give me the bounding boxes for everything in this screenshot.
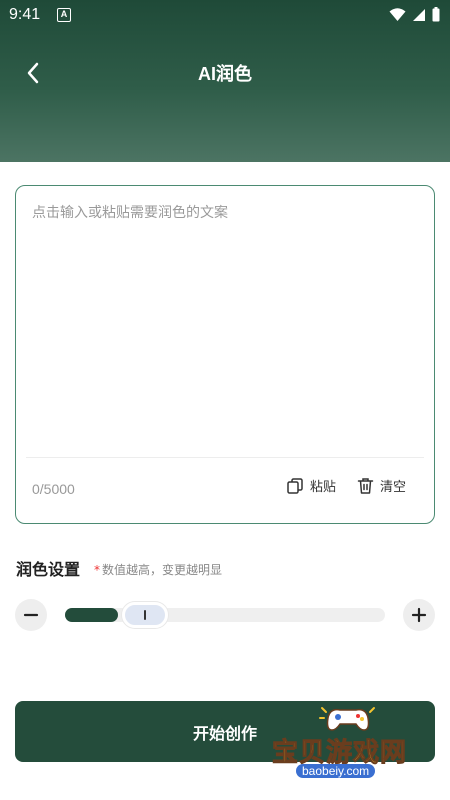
status-time: 9:41	[9, 6, 41, 23]
notification-icon: A	[57, 8, 71, 22]
editor-divider	[26, 457, 424, 458]
settings-hint-text: 数值越高，变更越明显	[102, 563, 223, 577]
battery-icon	[432, 7, 440, 22]
paste-icon	[287, 477, 303, 494]
minus-icon	[23, 613, 39, 617]
status-bar: 9:41 A	[0, 0, 450, 32]
decrease-button[interactable]	[15, 599, 47, 631]
settings-label: 润色设置	[16, 560, 81, 579]
paste-label: 粘贴	[310, 480, 337, 495]
page-title: AI润色	[198, 64, 252, 84]
title-bar: AI润色	[0, 50, 450, 94]
text-input[interactable]	[32, 202, 420, 452]
char-count: 0/5000	[32, 481, 75, 497]
slider-thumb[interactable]	[122, 602, 168, 628]
required-star: *	[94, 563, 100, 577]
slider-fill	[65, 608, 118, 622]
increase-button[interactable]	[403, 599, 435, 631]
settings-hint: * 数值越高，变更越明显	[94, 561, 222, 578]
clear-label: 清空	[380, 480, 407, 495]
intensity-slider[interactable]	[65, 602, 385, 628]
clear-button[interactable]: 清空	[357, 476, 406, 495]
status-indicators	[389, 7, 440, 22]
trash-icon	[357, 477, 374, 494]
plus-icon	[411, 607, 427, 623]
paste-button[interactable]: 粘贴	[286, 476, 336, 495]
text-editor: 0/5000 粘贴 清空	[15, 185, 435, 524]
start-create-button[interactable]: 开始创作	[15, 701, 435, 762]
wifi-icon	[389, 7, 406, 21]
start-create-label: 开始创作	[192, 723, 257, 743]
cellular-icon	[413, 8, 425, 21]
slider-grip-icon	[144, 610, 146, 620]
